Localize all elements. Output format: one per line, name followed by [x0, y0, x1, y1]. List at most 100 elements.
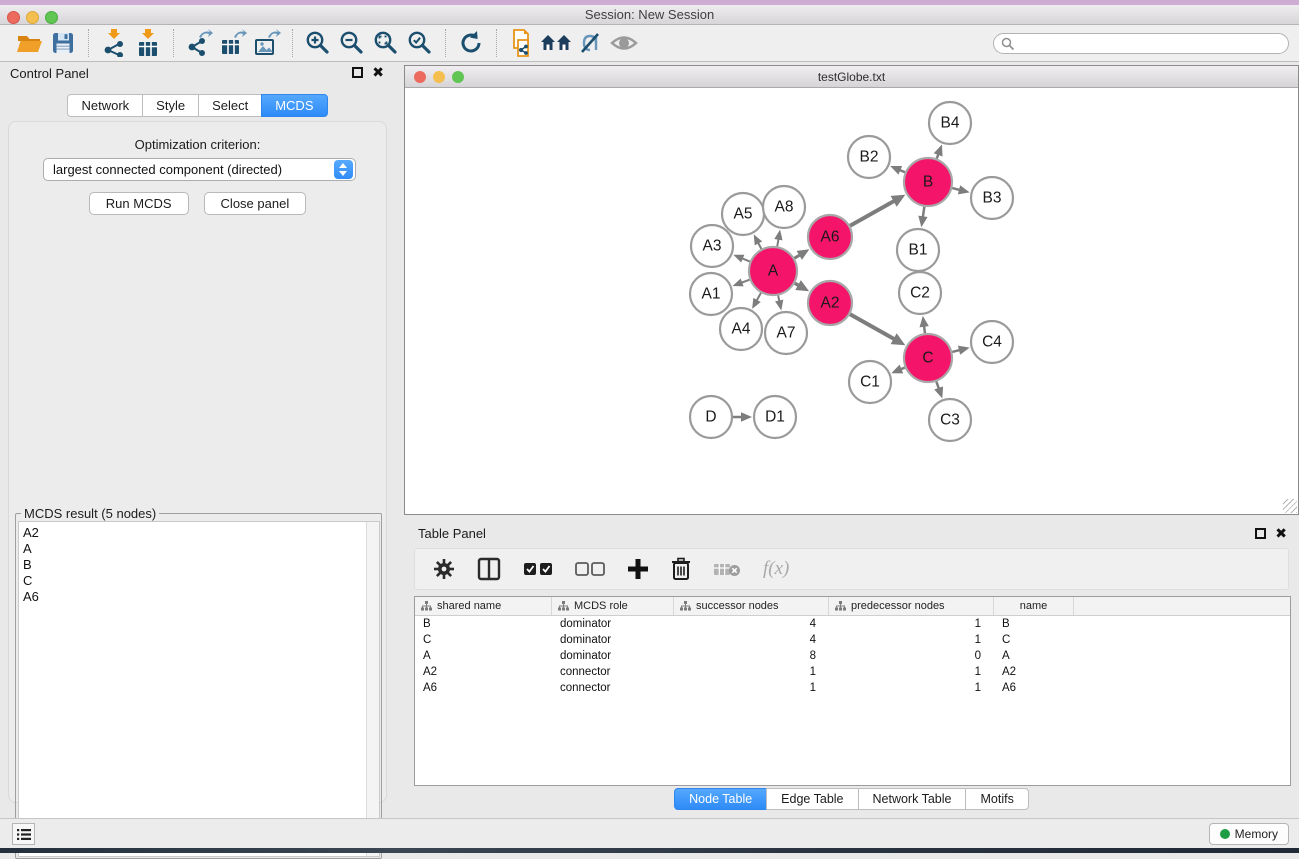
- column-header-shared-name[interactable]: shared name: [415, 597, 552, 615]
- tab-select[interactable]: Select: [198, 94, 262, 117]
- graph-node-label: A1: [702, 286, 721, 303]
- search-input[interactable]: [993, 33, 1289, 54]
- table-row[interactable]: Bdominator41B: [415, 616, 1290, 632]
- open-session-button[interactable]: [12, 28, 46, 58]
- minimize-network-button[interactable]: [433, 71, 445, 83]
- export-network-button[interactable]: [182, 28, 216, 58]
- table-cell[interactable]: 1: [829, 664, 994, 680]
- graph-arrowhead-icon: [918, 216, 927, 228]
- float-table-panel-icon[interactable]: [1255, 528, 1266, 539]
- table-cell[interactable]: 1: [829, 616, 994, 632]
- close-panel-icon[interactable]: ✖: [372, 65, 384, 79]
- minimize-window-button[interactable]: [26, 11, 39, 24]
- table-cell[interactable]: 1: [829, 632, 994, 648]
- graph-arrowhead-icon: [741, 412, 752, 421]
- tab-edge-table[interactable]: Edge Table: [766, 788, 858, 810]
- table-cell[interactable]: connector: [552, 680, 674, 696]
- mcds-result-item[interactable]: A2: [23, 525, 366, 541]
- tab-network[interactable]: Network: [67, 94, 143, 117]
- tab-mcds[interactable]: MCDS: [261, 94, 327, 117]
- table-cell[interactable]: A6: [415, 680, 552, 696]
- refresh-button[interactable]: [454, 28, 488, 58]
- gear-icon[interactable]: [433, 558, 455, 580]
- maximize-window-button[interactable]: [45, 11, 58, 24]
- tab-motifs[interactable]: Motifs: [965, 788, 1028, 810]
- import-network-button[interactable]: [97, 28, 131, 58]
- clone-network-button[interactable]: [505, 28, 539, 58]
- mcds-result-list[interactable]: A2ABCA6: [19, 522, 366, 856]
- network-canvas[interactable]: AA1A3A5A8A4A7A6A2BB2B4B3B1CC2C4C1C3DD1: [406, 89, 1297, 514]
- export-image-button[interactable]: [250, 28, 284, 58]
- table-cell[interactable]: A6: [994, 680, 1074, 696]
- zoom-in-button[interactable]: [301, 28, 335, 58]
- mcds-result-item[interactable]: B: [23, 557, 366, 573]
- table-cell[interactable]: 8: [674, 648, 829, 664]
- hide-all-columns-icon[interactable]: [575, 561, 605, 577]
- hide-labels-button[interactable]: [573, 28, 607, 58]
- table-cell[interactable]: A2: [994, 664, 1074, 680]
- column-header-predecessor-nodes[interactable]: predecessor nodes: [829, 597, 994, 615]
- eye-button[interactable]: [607, 28, 641, 58]
- column-header-successor-nodes[interactable]: successor nodes: [674, 597, 829, 615]
- mcds-result-item[interactable]: A6: [23, 589, 366, 605]
- tab-node-table[interactable]: Node Table: [674, 788, 767, 810]
- import-table-button[interactable]: [131, 28, 165, 58]
- task-history-button[interactable]: [12, 823, 35, 845]
- mcds-result-item[interactable]: A: [23, 541, 366, 557]
- table-cell[interactable]: C: [415, 632, 552, 648]
- table-cell[interactable]: connector: [552, 664, 674, 680]
- show-all-columns-icon[interactable]: [523, 561, 553, 577]
- graph-arrowhead-icon: [774, 230, 782, 241]
- scrollbar[interactable]: [366, 522, 379, 856]
- table-cell[interactable]: dominator: [552, 632, 674, 648]
- table-row[interactable]: Adominator80A: [415, 648, 1290, 664]
- column-layout-icon[interactable]: [477, 557, 501, 581]
- tab-network-table[interactable]: Network Table: [858, 788, 967, 810]
- close-network-button[interactable]: [414, 71, 426, 83]
- table-cell[interactable]: 1: [674, 664, 829, 680]
- save-session-icon: [51, 31, 75, 55]
- zoom-fit-button[interactable]: [369, 28, 403, 58]
- criterion-select[interactable]: largest connected component (directed): [43, 158, 356, 181]
- table-cell[interactable]: 4: [674, 616, 829, 632]
- delete-column-icon[interactable]: [671, 557, 691, 581]
- resize-grip-icon[interactable]: [1283, 499, 1297, 513]
- column-header-MCDS-role[interactable]: MCDS role: [552, 597, 674, 615]
- tab-style[interactable]: Style: [142, 94, 199, 117]
- close-table-panel-icon[interactable]: ✖: [1275, 526, 1287, 540]
- graph-edge-A2-C[interactable]: [850, 314, 897, 340]
- graph-edge-A6-B[interactable]: [850, 199, 897, 225]
- table-row[interactable]: A6connector11A6: [415, 680, 1290, 696]
- run-mcds-button[interactable]: Run MCDS: [89, 192, 189, 215]
- mcds-result-item[interactable]: C: [23, 573, 366, 589]
- maximize-network-button[interactable]: [452, 71, 464, 83]
- table-cell[interactable]: A: [994, 648, 1074, 664]
- network-graph[interactable]: AA1A3A5A8A4A7A6A2BB2B4B3B1CC2C4C1C3DD1: [406, 89, 1297, 514]
- table-cell[interactable]: 4: [674, 632, 829, 648]
- export-table-button[interactable]: [216, 28, 250, 58]
- home-button[interactable]: [539, 28, 573, 58]
- float-panel-icon[interactable]: [352, 67, 363, 78]
- memory-button[interactable]: Memory: [1209, 823, 1289, 845]
- table-row[interactable]: Cdominator41C: [415, 632, 1290, 648]
- table-cell[interactable]: dominator: [552, 648, 674, 664]
- close-panel-button[interactable]: Close panel: [204, 192, 307, 215]
- table-cell[interactable]: B: [994, 616, 1074, 632]
- column-header-name[interactable]: name: [994, 597, 1074, 615]
- close-window-button[interactable]: [7, 11, 20, 24]
- table-row[interactable]: A2connector11A2: [415, 664, 1290, 680]
- table-cell[interactable]: dominator: [552, 616, 674, 632]
- save-session-button[interactable]: [46, 28, 80, 58]
- table-cell[interactable]: B: [415, 616, 552, 632]
- table-cell[interactable]: A: [415, 648, 552, 664]
- zoom-selected-button[interactable]: [403, 28, 437, 58]
- add-column-icon[interactable]: [627, 558, 649, 580]
- graph-node-label: C2: [910, 285, 930, 302]
- table-cell[interactable]: A2: [415, 664, 552, 680]
- table-cell[interactable]: 1: [829, 680, 994, 696]
- graph-node-label: A3: [703, 238, 722, 255]
- table-cell[interactable]: 0: [829, 648, 994, 664]
- zoom-out-button[interactable]: [335, 28, 369, 58]
- table-cell[interactable]: C: [994, 632, 1074, 648]
- table-cell[interactable]: 1: [674, 680, 829, 696]
